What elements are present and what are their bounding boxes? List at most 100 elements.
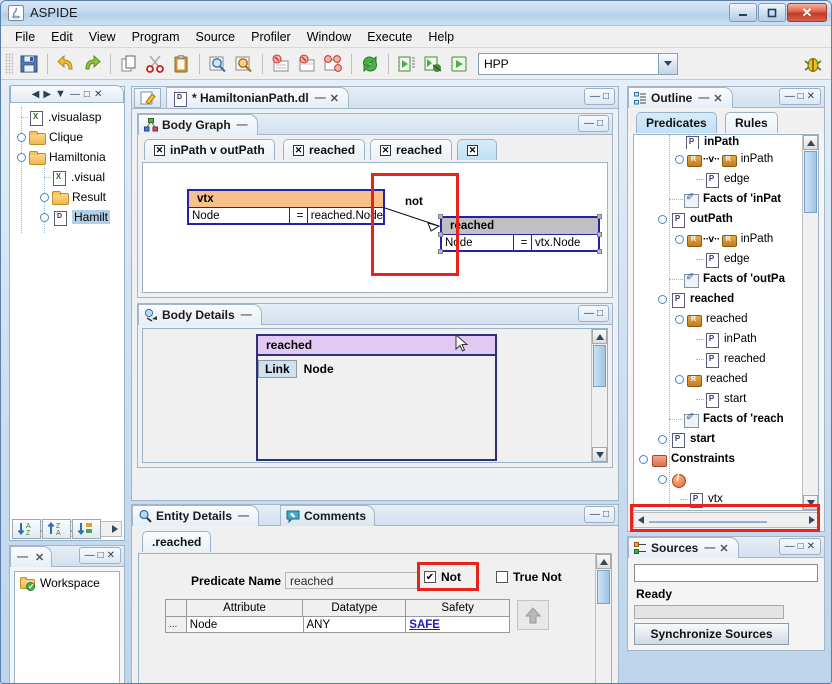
close-icon[interactable]: ✕ xyxy=(807,541,815,552)
body-details-minimize-icon[interactable]: — xyxy=(241,309,253,321)
sources-minimize-icon[interactable]: — xyxy=(704,542,716,554)
predicate-name-input[interactable]: reached xyxy=(285,572,421,589)
toolbar-grip[interactable] xyxy=(5,52,13,75)
maximize-icon[interactable]: □ xyxy=(798,541,804,552)
expand-toggle-icon[interactable] xyxy=(675,154,684,164)
vscroll-thumb[interactable] xyxy=(593,345,606,387)
maximize-icon[interactable]: □ xyxy=(98,550,104,561)
vscroll-thumb[interactable] xyxy=(597,570,610,604)
panel-maximize-icon[interactable]: □ xyxy=(84,89,90,100)
body-graph-minimize-icon[interactable]: — xyxy=(237,119,249,131)
expand-toggle-icon[interactable] xyxy=(675,374,684,384)
close-icon[interactable]: ✕ xyxy=(467,144,478,156)
scroll-up-icon[interactable] xyxy=(592,329,607,344)
entity-cell-link[interactable]: Link xyxy=(258,360,297,378)
minimize-button[interactable] xyxy=(729,3,757,22)
editor-tab-minimize-icon[interactable]: — xyxy=(315,92,327,104)
tab-predicates[interactable]: Predicates xyxy=(636,112,717,133)
cell-safety[interactable]: SAFE xyxy=(406,617,509,632)
true-not-checkbox[interactable] xyxy=(496,571,508,583)
run-config-icon[interactable] xyxy=(395,52,419,76)
cut-icon[interactable] xyxy=(143,52,167,76)
entity-details-vscrollbar[interactable] xyxy=(595,554,611,683)
undo-icon[interactable] xyxy=(54,52,78,76)
minimize-icon[interactable]: — xyxy=(590,509,600,520)
move-up-icon[interactable] xyxy=(517,600,549,630)
minimize-icon[interactable]: — xyxy=(785,91,795,102)
collapse-toggle-icon[interactable] xyxy=(639,454,648,464)
minimize-icon[interactable]: — xyxy=(590,91,600,102)
chevron-down-icon[interactable] xyxy=(658,53,677,74)
outline-minimize-icon[interactable]: — xyxy=(698,92,710,104)
edit-pencil-icon[interactable] xyxy=(134,88,161,108)
entity-cell-node[interactable]: Node xyxy=(297,362,334,376)
expand-toggle-icon[interactable] xyxy=(40,192,49,202)
editor-tab-hamiltonianpath[interactable]: * HamiltonianPath.dl — ✕ xyxy=(166,87,349,108)
menu-file[interactable]: File xyxy=(7,28,43,46)
menu-help[interactable]: Help xyxy=(420,28,462,46)
close-button[interactable]: ✕ xyxy=(787,3,827,22)
breakpoints-all-icon[interactable] xyxy=(321,52,345,76)
close-icon[interactable]: ✕ xyxy=(380,144,391,156)
collapse-toggle-icon[interactable] xyxy=(658,434,667,444)
panel-close-icon[interactable]: ✕ xyxy=(94,89,102,100)
expand-toggle-icon[interactable] xyxy=(17,132,26,142)
outline-item-reached-leaf[interactable]: reached xyxy=(634,349,801,369)
project-tree[interactable]: .visualasp Clique Hamiltonia .visual xyxy=(12,107,122,518)
scroll-up-icon[interactable] xyxy=(596,554,611,569)
entity-details-minimize-icon[interactable]: — xyxy=(238,510,250,522)
outline-close-icon[interactable]: ✕ xyxy=(713,92,723,105)
outline-item-inpath-leaf[interactable]: inPath xyxy=(634,329,801,349)
tab-comments[interactable]: ✎ Comments xyxy=(280,505,376,526)
outline-item-outpath[interactable]: outPath xyxy=(634,209,801,229)
refresh-icon[interactable] xyxy=(358,52,382,76)
true-not-checkbox-group[interactable]: True Not xyxy=(496,570,562,584)
sort-custom-icon[interactable] xyxy=(72,519,101,539)
copy-icon[interactable] xyxy=(117,52,141,76)
outline-item-constraints[interactable]: Constraints xyxy=(634,449,801,469)
tree-item-hamiltonian[interactable]: Hamiltonia xyxy=(12,147,122,167)
close-icon[interactable]: ✕ xyxy=(107,550,115,561)
outline-item-start-leaf[interactable]: start xyxy=(634,389,801,409)
tree-item-visualasp[interactable]: .visualasp xyxy=(12,107,122,127)
menu-edit[interactable]: Edit xyxy=(43,28,81,46)
outline-item-constraint[interactable] xyxy=(634,469,801,489)
sort-az-desc-icon[interactable]: A Z xyxy=(12,519,41,539)
workspace-close-icon[interactable]: ✕ xyxy=(35,551,45,564)
outline-item-facts-inpath[interactable]: Facts of 'inPat xyxy=(634,189,801,209)
minimize-icon[interactable]: — xyxy=(584,308,594,319)
body-details-canvas[interactable]: reached Link Node xyxy=(142,328,608,463)
tree-item-visual[interactable]: .visual xyxy=(12,167,122,187)
editor-tab-close-icon[interactable]: ✕ xyxy=(330,92,340,105)
sort-za-asc-icon[interactable]: Z A xyxy=(42,519,71,539)
body-details-vscrollbar[interactable] xyxy=(591,329,607,462)
tab-rules[interactable]: Rules xyxy=(725,112,778,133)
close-icon[interactable]: ✕ xyxy=(154,144,165,156)
workspace-minimize-icon[interactable]: — xyxy=(17,551,29,563)
table-row[interactable]: ... Node ANY SAFE xyxy=(166,616,509,632)
resize-handle[interactable] xyxy=(597,214,602,219)
graph-node-reached[interactable]: reached Node = vtx.Node xyxy=(438,214,602,254)
sources-tab[interactable]: Sources — ✕ xyxy=(628,537,739,558)
sources-input[interactable] xyxy=(634,564,818,582)
breakpoints-window-icon[interactable] xyxy=(295,52,319,76)
tree-item-result[interactable]: Result xyxy=(12,187,122,207)
menu-view[interactable]: View xyxy=(81,28,124,46)
find-icon[interactable] xyxy=(206,52,230,76)
resize-handle[interactable] xyxy=(597,249,602,254)
expand-toggle-icon[interactable] xyxy=(40,212,49,222)
synchronize-sources-button[interactable]: Synchronize Sources xyxy=(634,623,789,645)
graph-node-vtx[interactable]: vtx Node = reached.Node xyxy=(187,189,385,225)
maximize-icon[interactable]: □ xyxy=(603,91,609,102)
tree-item-clique[interactable]: Clique xyxy=(12,127,122,147)
outline-item-reached-rule-1[interactable]: reached xyxy=(634,309,801,329)
outline-tree-content[interactable]: inPath ∙∙v∙∙ inPath edge xyxy=(634,135,801,510)
run-configuration-combo[interactable]: HPP xyxy=(478,52,678,75)
breakpoint-icon[interactable] xyxy=(269,52,293,76)
close-icon[interactable]: ✕ xyxy=(293,144,304,156)
outline-item-reached-rule-2[interactable]: reached xyxy=(634,369,801,389)
scroll-right-icon[interactable] xyxy=(108,525,121,533)
maximize-icon[interactable]: □ xyxy=(603,509,609,520)
outline-item-start[interactable]: start xyxy=(634,429,801,449)
vscroll-thumb[interactable] xyxy=(804,151,817,213)
